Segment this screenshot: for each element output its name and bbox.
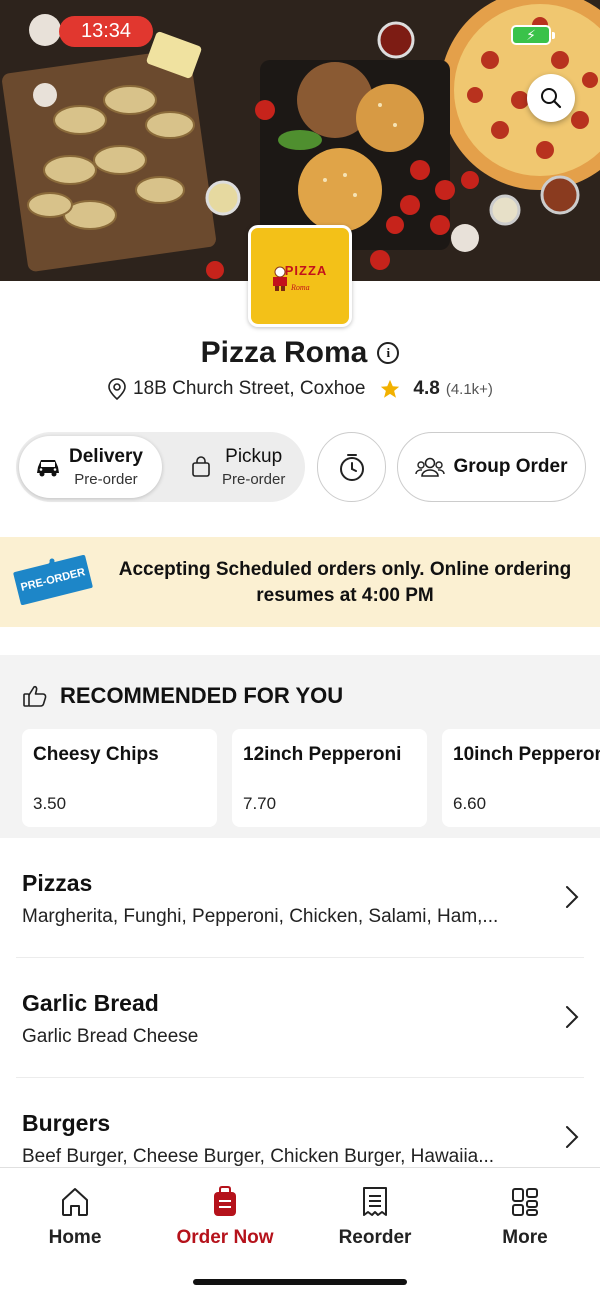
search-button[interactable] bbox=[527, 74, 575, 122]
recommended-header: RECOMMENDED FOR YOU bbox=[22, 683, 343, 709]
home-indicator bbox=[193, 1279, 407, 1285]
star-icon bbox=[381, 379, 400, 398]
grid-icon bbox=[512, 1188, 538, 1216]
recommended-card[interactable]: Cheesy Chips 3.50 bbox=[22, 729, 217, 827]
preorder-banner: PRE-ORDER Accepting Scheduled orders onl… bbox=[0, 537, 600, 627]
order-mode-toggle: Delivery Pre-order Pickup Pre-order bbox=[16, 432, 305, 502]
recommended-item-price: 7.70 bbox=[243, 794, 277, 813]
logo-text: PIZZA bbox=[284, 262, 328, 278]
chevron-right-icon bbox=[566, 1126, 579, 1148]
location-pin-icon bbox=[108, 378, 126, 400]
info-icon[interactable]: i bbox=[377, 342, 400, 364]
thumbs-up-icon bbox=[23, 685, 47, 707]
delivery-option[interactable]: Delivery Pre-order bbox=[19, 436, 162, 498]
group-icon bbox=[415, 457, 446, 477]
recommended-item-name: 12inch Pepperoni bbox=[243, 744, 402, 765]
bag-icon bbox=[186, 456, 216, 478]
recommended-item-name: Cheesy Chips bbox=[33, 744, 159, 765]
delivery-sub: Pre-order bbox=[74, 471, 138, 488]
chevron-right-icon bbox=[566, 1006, 579, 1028]
restaurant-name: Pizza Roma bbox=[200, 336, 368, 369]
receipt-icon bbox=[363, 1187, 387, 1216]
address-row: 18B Church Street, Coxhoe 4.8 (4.1k+) bbox=[0, 378, 600, 400]
tab-order-now[interactable]: Order Now bbox=[150, 1186, 300, 1249]
pickup-sub: Pre-order bbox=[222, 471, 286, 488]
recommended-card[interactable]: 10inch Pepperoni 6.60 bbox=[442, 729, 600, 827]
tab-label: Order Now bbox=[176, 1227, 274, 1248]
restaurant-logo: PIZZA Roma bbox=[248, 225, 352, 327]
category-name: Burgers bbox=[22, 1110, 111, 1136]
group-order-button[interactable]: Group Order bbox=[397, 432, 586, 502]
search-icon bbox=[541, 88, 562, 109]
pickup-label: Pickup bbox=[225, 446, 283, 467]
rating-value: 4.8 bbox=[413, 378, 440, 399]
delivery-label: Delivery bbox=[69, 446, 143, 467]
category-row[interactable]: Garlic Bread Garlic Bread Cheese bbox=[0, 958, 600, 1078]
car-icon bbox=[33, 457, 63, 477]
recommended-item-name: 10inch Pepperoni bbox=[453, 744, 600, 765]
tab-reorder[interactable]: Reorder bbox=[300, 1186, 450, 1249]
review-count: (4.1k+) bbox=[445, 380, 493, 398]
tab-label: Home bbox=[48, 1227, 102, 1248]
recommended-card[interactable]: 12inch Pepperoni 7.70 bbox=[232, 729, 427, 827]
pickup-option[interactable]: Pickup Pre-order bbox=[176, 436, 302, 498]
category-row[interactable]: Burgers Beef Burger, Cheese Burger, Chic… bbox=[0, 1078, 600, 1167]
tab-label: Reorder bbox=[338, 1227, 412, 1248]
preorder-tag: PRE-ORDER bbox=[12, 554, 94, 606]
category-items: Margherita, Funghi, Pepperoni, Chicken, … bbox=[22, 906, 499, 927]
order-bag-icon bbox=[214, 1186, 236, 1216]
chevron-right-icon bbox=[566, 886, 579, 908]
recommended-title: RECOMMENDED FOR YOU bbox=[60, 683, 344, 708]
recommended-section: RECOMMENDED FOR YOU Cheesy Chips 3.50 12… bbox=[0, 655, 600, 838]
tab-label: More bbox=[502, 1227, 548, 1248]
logo-subtext: Roma bbox=[291, 283, 310, 292]
status-time: 13:34 bbox=[59, 16, 153, 47]
tab-more[interactable]: More bbox=[450, 1186, 600, 1249]
category-items: Garlic Bread Cheese bbox=[22, 1026, 199, 1047]
category-name: Garlic Bread bbox=[22, 990, 159, 1016]
schedule-button[interactable] bbox=[317, 432, 386, 502]
battery-charging-icon: ⚡ bbox=[511, 25, 555, 45]
recommended-item-price: 6.60 bbox=[453, 794, 487, 813]
bottom-tab-bar: Home Order Now Reorder More bbox=[0, 1167, 600, 1298]
home-icon bbox=[62, 1188, 88, 1216]
group-order-label: Group Order bbox=[453, 456, 568, 477]
banner-message: Accepting Scheduled orders only. Online … bbox=[118, 559, 572, 606]
category-items: Beef Burger, Cheese Burger, Chicken Burg… bbox=[22, 1146, 495, 1167]
recommended-item-price: 3.50 bbox=[33, 794, 67, 813]
category-name: Pizzas bbox=[22, 870, 93, 896]
category-row[interactable]: Pizzas Margherita, Funghi, Pepperoni, Ch… bbox=[0, 838, 600, 958]
stopwatch-icon bbox=[339, 454, 364, 481]
restaurant-name-row: Pizza Roma i bbox=[0, 336, 600, 370]
tab-home[interactable]: Home bbox=[0, 1186, 150, 1249]
address-text: 18B Church Street, Coxhoe bbox=[133, 378, 366, 399]
